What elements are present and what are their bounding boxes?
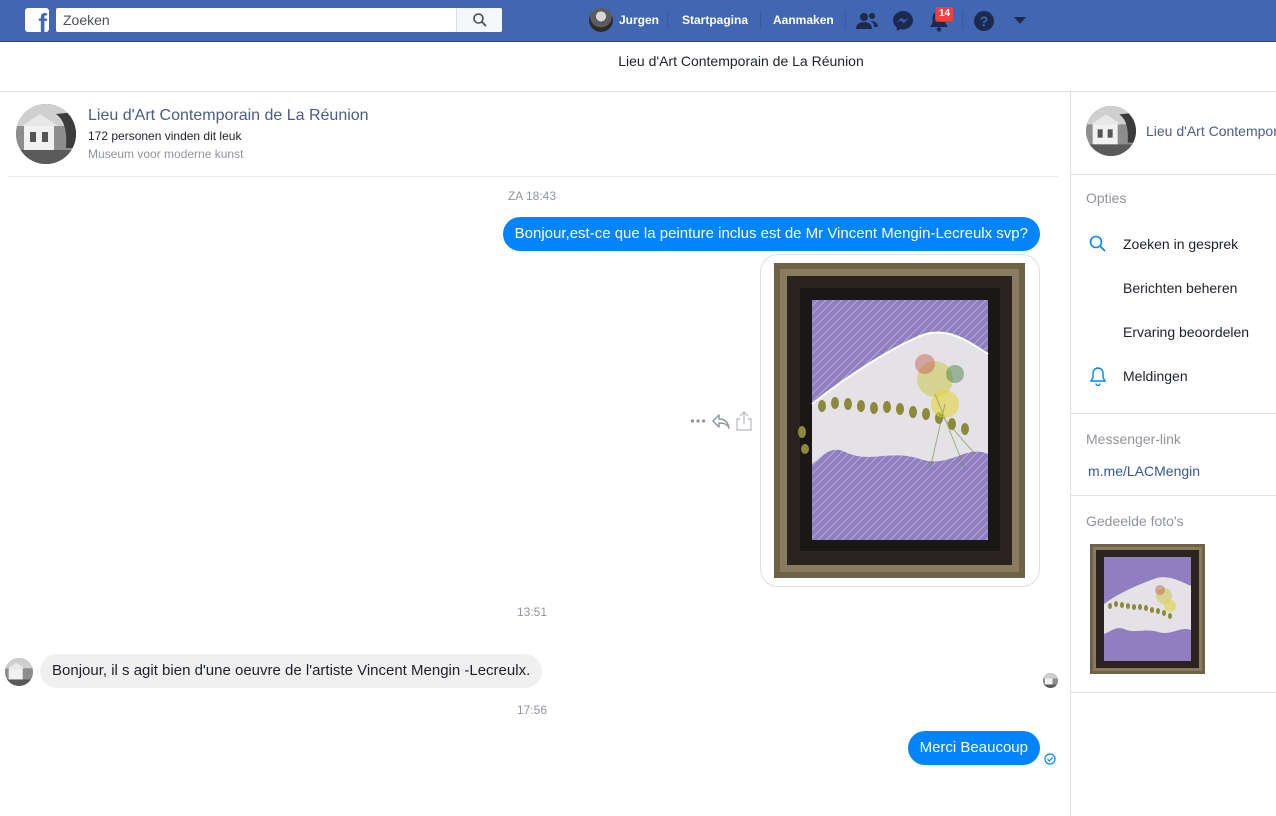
page-category: Museum voor moderne kunst <box>88 147 244 161</box>
create-link[interactable]: Aanmaken <box>773 13 834 27</box>
facebook-logo-icon[interactable]: f <box>25 8 49 32</box>
nav-divider <box>845 11 846 29</box>
top-navigation-bar: f Jurgen Startpagina Aanmaken 14 ? <box>0 0 1276 42</box>
outgoing-message[interactable]: Merci Beaucoup <box>907 731 1040 765</box>
caret-down-icon[interactable] <box>1008 9 1032 33</box>
friends-icon[interactable] <box>855 9 879 33</box>
search-icon <box>472 13 487 27</box>
profile-link[interactable]: Jurgen <box>589 8 659 32</box>
search-icon <box>1089 235 1106 252</box>
divider <box>8 176 1058 177</box>
message-timestamp: ZA 18:43 <box>507 189 557 203</box>
message-actions <box>690 410 752 432</box>
options-heading: Opties <box>1086 190 1127 206</box>
shared-photos-heading: Gedeelde foto's <box>1086 513 1184 529</box>
notifications-badge: 14 <box>935 6 955 22</box>
sidebar-item-label: Ervaring beoordelen <box>1123 324 1250 340</box>
sidebar-page-name[interactable]: Lieu d'Art Contemporain de La Réunion <box>1146 123 1276 139</box>
more-options-icon[interactable] <box>690 418 706 424</box>
rate-experience-item[interactable]: Ervaring beoordelen <box>1071 316 1276 348</box>
svg-text:?: ? <box>980 13 989 29</box>
photo-attachment[interactable] <box>760 254 1040 587</box>
search-box <box>56 8 502 32</box>
shared-photo-thumbnail[interactable] <box>1090 544 1205 674</box>
search-in-conversation-item[interactable]: Zoeken in gesprek <box>1071 228 1276 260</box>
sidebar-item-label: Berichten beheren <box>1123 280 1238 296</box>
artwork-photo <box>774 263 1025 578</box>
help-icon[interactable]: ? <box>972 9 996 33</box>
divider <box>1071 692 1276 693</box>
conversation-subheader: Lieu d'Art Contemporain de La Réunion <box>0 42 1276 92</box>
message-timestamp: 17:56 <box>516 703 548 717</box>
seen-indicator-avatar <box>1043 673 1058 688</box>
message-timestamp: 13:51 <box>516 605 548 619</box>
sent-check-icon <box>1044 753 1056 765</box>
divider <box>1071 495 1276 496</box>
divider <box>1071 174 1276 175</box>
share-icon[interactable] <box>736 411 752 431</box>
bell-icon <box>1089 367 1107 386</box>
conversation-header: Lieu d'Art Contemporain de La Réunion 17… <box>0 92 1070 178</box>
incoming-message[interactable]: Bonjour, il s agit bien d'une oeuvre de … <box>40 654 543 688</box>
nav-divider <box>962 11 963 29</box>
search-input[interactable] <box>56 8 456 32</box>
search-button[interactable] <box>456 8 502 32</box>
page-avatar[interactable] <box>16 104 76 164</box>
home-link[interactable]: Startpagina <box>682 13 748 27</box>
sidebar-item-label: Meldingen <box>1123 368 1188 384</box>
nav-divider <box>760 11 761 29</box>
user-name: Jurgen <box>619 13 660 27</box>
page-likes: 172 personen vinden dit leuk <box>88 129 242 143</box>
notifications-item[interactable]: Meldingen <box>1071 360 1276 392</box>
page-name-link[interactable]: Lieu d'Art Contemporain de La Réunion <box>88 107 369 125</box>
messenger-link[interactable]: m.me/LACMengin <box>1088 463 1200 479</box>
messenger-link-heading: Messenger-link <box>1086 431 1181 447</box>
messenger-icon[interactable] <box>891 9 915 33</box>
user-avatar <box>589 8 613 32</box>
conversation-details-sidebar: Lieu d'Art Contemporain de La Réunion Op… <box>1070 92 1276 816</box>
outgoing-message[interactable]: Bonjour,est-ce que la peinture inclus es… <box>502 217 1040 251</box>
sidebar-item-label: Zoeken in gesprek <box>1123 236 1239 252</box>
reply-icon[interactable] <box>712 413 730 429</box>
nav-divider <box>667 11 668 29</box>
sender-avatar[interactable] <box>5 658 33 686</box>
subheader-title: Lieu d'Art Contemporain de La Réunion <box>618 53 864 69</box>
page-avatar[interactable] <box>1086 106 1136 156</box>
manage-messages-item[interactable]: Berichten beheren <box>1071 272 1276 304</box>
divider <box>1071 413 1276 414</box>
